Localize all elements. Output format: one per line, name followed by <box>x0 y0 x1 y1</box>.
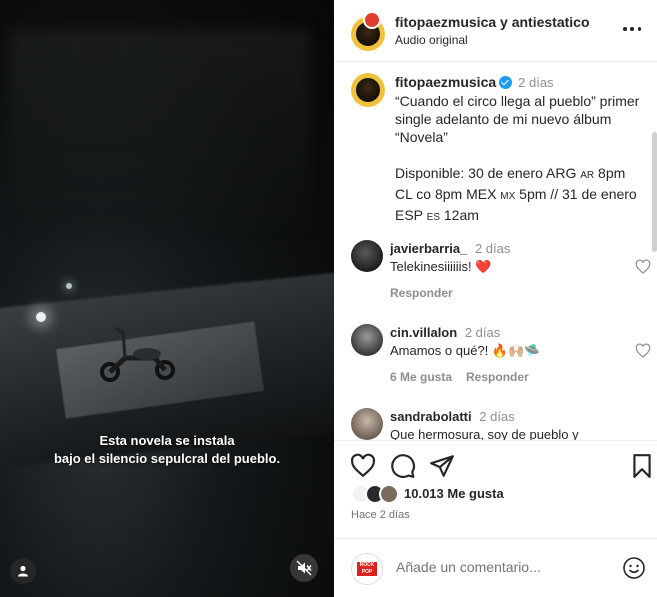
video-light <box>66 283 72 289</box>
comment-meta: Responder <box>390 286 467 300</box>
comment-meta: 6 Me gusta Responder <box>390 370 543 384</box>
emoji-icon[interactable] <box>622 556 646 580</box>
country-flag-ar: AR <box>580 170 595 181</box>
comment-username[interactable]: cin.villalon <box>390 325 457 340</box>
toy-scooter-image <box>100 326 175 382</box>
caption-availability: Disponible: 30 de enero ARG AR 8pm CL co… <box>395 165 637 223</box>
commenter-avatar[interactable] <box>351 240 383 272</box>
comment-likes[interactable]: 6 Me gusta <box>390 370 452 384</box>
current-user-avatar: ROCK POP <box>351 553 383 585</box>
caption-username[interactable]: fitopaezmusica <box>395 74 496 90</box>
comment-emojis: 🔥🙌🏼🛸 <box>491 343 541 358</box>
country-flag-es: ES <box>426 212 440 223</box>
rock-pop-logo: ROCK POP <box>357 562 377 576</box>
audio-link[interactable]: Audio original <box>395 33 468 47</box>
more-options-icon[interactable] <box>623 22 641 36</box>
subtitle-line: bajo el silencio sepulcral del pueblo. <box>53 451 281 466</box>
video-background-shelf <box>10 30 310 230</box>
liker-avatar <box>379 484 399 504</box>
caption-body: fitopaezmusica 2 días “Cuando el circo ll… <box>395 73 645 227</box>
caption-text: “Cuando el circo llega al pueblo” primer… <box>395 93 640 145</box>
post-header: fitopaezmusica y antiestatico Audio orig… <box>334 0 657 62</box>
tagged-users-button[interactable] <box>10 558 36 584</box>
muted-speaker-icon <box>296 560 312 576</box>
user-icon <box>18 565 28 577</box>
mute-button[interactable] <box>290 554 318 582</box>
comment-text: Telekinesiiiiiis! <box>390 259 476 274</box>
video-subtitle: Esta novela se instala bajo el silencio … <box>0 432 334 468</box>
like-comment-icon[interactable] <box>635 343 651 359</box>
author-avatar[interactable] <box>351 73 385 107</box>
post-date[interactable]: Hace 2 días <box>351 509 410 521</box>
comment-text: Amamos o qué?! <box>390 343 492 358</box>
comment-body: javierbarria_ 2 días Telekinesiiiiiis! ❤… <box>390 240 625 276</box>
comment-icon[interactable] <box>390 453 416 479</box>
comment-username[interactable]: sandrabolatti <box>390 409 472 424</box>
comment-body: cin.villalon 2 días Amamos o qué?! 🔥🙌🏼🛸 <box>390 324 625 360</box>
subtitle-line: Esta novela se instala <box>99 433 235 448</box>
verified-badge-icon <box>499 76 513 89</box>
comments-scrollbar[interactable] <box>652 132 657 252</box>
comments-list[interactable]: fitopaezmusica 2 días “Cuando el circo ll… <box>334 62 657 440</box>
comment-time[interactable]: 2 días <box>475 241 510 256</box>
share-icon[interactable] <box>429 453 455 479</box>
reply-button[interactable]: Responder <box>466 370 529 384</box>
commenter-avatar[interactable] <box>351 324 383 356</box>
like-comment-icon[interactable] <box>635 259 651 275</box>
heart-emoji: ❤️ <box>475 259 492 274</box>
coauthor-avatar[interactable] <box>363 11 381 29</box>
liked-by-avatars[interactable] <box>351 484 405 506</box>
post-authors[interactable]: fitopaezmusica y antiestatico <box>395 14 590 30</box>
caption-time[interactable]: 2 días <box>518 75 553 90</box>
comment-text: Que hermosura, soy de pueblo y <box>390 427 579 440</box>
likes-count[interactable]: 10.013 Me gusta <box>404 486 504 501</box>
post-panel: fitopaezmusica y antiestatico Audio orig… <box>334 0 657 597</box>
like-heart-icon[interactable] <box>350 453 376 479</box>
comment-time[interactable]: 2 días <box>479 409 514 424</box>
comment-body: sandrabolatti 2 días Que hermosura, soy … <box>390 408 625 440</box>
country-flag-mx: MX <box>500 191 516 202</box>
comment-input[interactable] <box>396 559 606 575</box>
reply-button[interactable]: Responder <box>390 286 453 300</box>
comment-time[interactable]: 2 días <box>465 325 500 340</box>
save-bookmark-icon[interactable] <box>629 453 655 479</box>
video-light <box>36 312 46 322</box>
add-comment-bar: ROCK POP <box>334 538 657 597</box>
commenter-avatar[interactable] <box>351 408 383 440</box>
reel-video[interactable]: Esta novela se instala bajo el silencio … <box>0 0 334 597</box>
comment-username[interactable]: javierbarria_ <box>390 241 467 256</box>
